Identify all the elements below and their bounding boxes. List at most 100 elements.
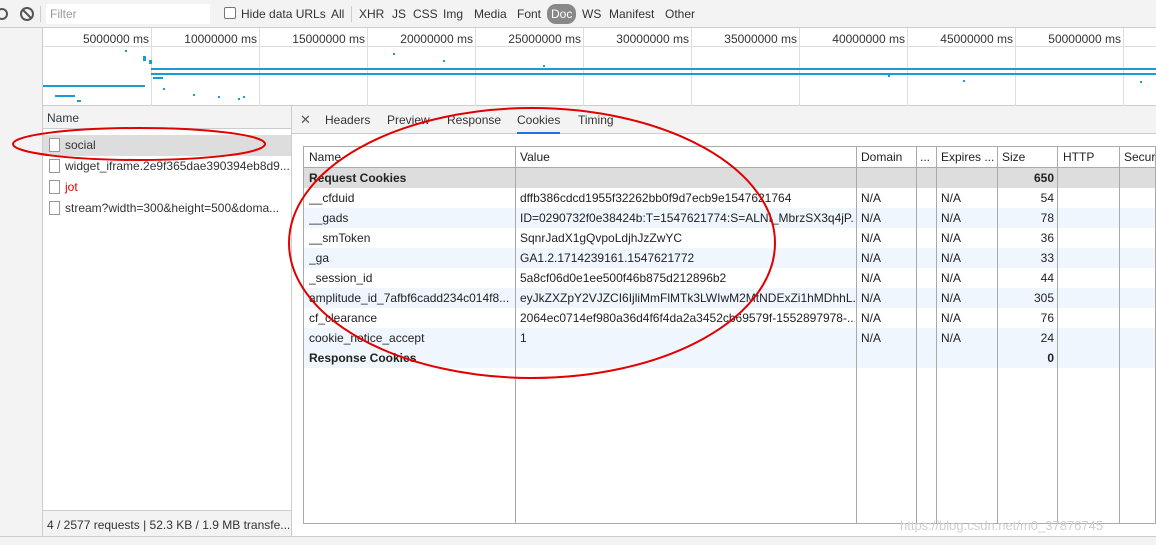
cookie-size: 76 [1040, 311, 1054, 325]
column-header-expires[interactable]: Expires ... [941, 150, 996, 164]
table-row[interactable]: __smToken SqnrJadX1gQvpoLdjhJzZwYC N/A N… [304, 228, 1155, 248]
table-row[interactable]: cookie_notice_accept 1 N/A N/A 24 [304, 328, 1155, 348]
column-header-size[interactable]: Size [1002, 150, 1054, 164]
cookie-expires: N/A [941, 291, 962, 305]
type-manifest[interactable]: Manifest [607, 4, 656, 24]
type-other[interactable]: Other [663, 4, 697, 24]
column-header-name[interactable]: Name [309, 150, 509, 164]
column-header-domain[interactable]: Domain [861, 150, 916, 164]
cookie-name: _session_id [309, 271, 373, 285]
cookie-size: 24 [1040, 331, 1054, 345]
table-row[interactable]: __gads ID=0290732f0e38424b:T=1547621774:… [304, 208, 1155, 228]
cookie-name: _ga [309, 251, 330, 265]
response-cookies-group[interactable]: Response Cookies 0 [304, 348, 1155, 368]
cookie-domain: N/A [861, 311, 882, 325]
type-media[interactable]: Media [472, 4, 509, 24]
column-divider[interactable] [997, 147, 998, 523]
tab-response[interactable]: Response [447, 113, 501, 127]
type-font[interactable]: Font [515, 4, 543, 24]
group-size: 650 [1033, 171, 1054, 185]
cookie-value: GA1.2.1714239161.1547621772 [520, 251, 695, 265]
filter-input[interactable] [46, 4, 210, 24]
tab-timing[interactable]: Timing [578, 113, 614, 127]
request-row[interactable]: social [43, 135, 291, 156]
request-name: jot [65, 180, 78, 194]
table-row[interactable]: amplitude_id_7afbf6cadd234c014f8... eyJk… [304, 288, 1155, 308]
column-header-path[interactable]: ... [920, 150, 936, 164]
table-row[interactable]: cf_clearance 2064ec0714ef980a36d4f6f4da2… [304, 308, 1155, 328]
request-name: social [65, 138, 96, 152]
type-all[interactable]: All [329, 4, 346, 24]
cookies-table: Name Value Domain ... Expires ... Size H… [303, 146, 1156, 524]
request-cookies-group[interactable]: Request Cookies 650 [304, 168, 1155, 188]
type-img[interactable]: Img [441, 4, 465, 24]
type-js[interactable]: JS [390, 4, 408, 24]
cookie-name: cf_clearance [309, 311, 378, 325]
cookie-name: cookie_notice_accept [309, 331, 425, 345]
column-divider[interactable] [1119, 147, 1120, 523]
table-row[interactable]: _ga GA1.2.1714239161.1547621772 N/A N/A … [304, 248, 1155, 268]
cookie-size: 305 [1033, 291, 1054, 305]
column-header-http[interactable]: HTTP [1063, 150, 1121, 164]
request-row[interactable]: stream?width=300&height=500&doma... [43, 198, 291, 219]
tab-preview[interactable]: Preview [387, 113, 430, 127]
cookie-value: 2064ec0714ef980a36d4f6f4da2a3452cb69579f… [520, 311, 855, 325]
type-xhr[interactable]: XHR [357, 4, 386, 24]
cookie-name: __cfduid [309, 191, 355, 205]
cookie-domain: N/A [861, 211, 882, 225]
cookie-expires: N/A [941, 331, 962, 345]
cookie-value: SqnrJadX1gQvpoLdjhJzZwYC [520, 231, 683, 245]
group-label: Request Cookies [309, 171, 407, 185]
cookie-expires: N/A [941, 191, 962, 205]
cookie-domain: N/A [861, 291, 882, 305]
column-divider[interactable] [515, 147, 516, 523]
requests-column-header[interactable]: Name [43, 106, 291, 129]
hide-data-urls-label: Hide data URLs [241, 7, 326, 21]
tab-headers[interactable]: Headers [325, 113, 370, 127]
cookie-expires: N/A [941, 271, 962, 285]
overview-timeline[interactable]: 5000000 ms 10000000 ms 15000000 ms 20000… [43, 28, 1156, 106]
hide-data-urls-checkbox[interactable] [224, 7, 236, 19]
request-row[interactable]: jot [43, 177, 291, 198]
type-ws[interactable]: WS [580, 4, 603, 24]
filter-toolbar: Hide data URLs All XHR JS CSS Img Media … [0, 0, 1156, 28]
column-divider[interactable] [856, 147, 857, 523]
overview-gutter [0, 28, 43, 106]
clear-icon[interactable] [19, 6, 35, 22]
cookie-value: ID=0290732f0e38424b:T=1547621774:S=ALNI_… [520, 211, 855, 225]
watermark: https://blog.csdn.net/m0_37876745 [900, 518, 1104, 533]
column-divider[interactable] [1057, 147, 1058, 523]
table-row[interactable]: __cfduid dffb386cdcd1955f32262bb0f9d7ecb… [304, 188, 1155, 208]
column-divider[interactable] [936, 147, 937, 523]
cookie-value: 5a8cf06d0e1ee500f46b875d212896b2 [520, 271, 727, 285]
document-icon [49, 201, 60, 215]
cookie-size: 44 [1040, 271, 1054, 285]
left-strip [0, 106, 43, 536]
cookie-expires: N/A [941, 311, 962, 325]
cookie-domain: N/A [861, 251, 882, 265]
group-label: Response Cookies [309, 351, 417, 365]
requests-panel: Name social widget_iframe.2e9f365dae3903… [43, 106, 292, 536]
request-row[interactable]: widget_iframe.2e9f365dae390394eb8d9... [43, 156, 291, 177]
cookie-size: 78 [1040, 211, 1054, 225]
cookie-domain: N/A [861, 191, 882, 205]
type-doc[interactable]: Doc [547, 4, 577, 24]
document-icon [49, 159, 60, 173]
status-bar [0, 536, 1156, 545]
cookie-expires: N/A [941, 211, 962, 225]
cookie-value: 1 [520, 331, 527, 345]
column-header-value[interactable]: Value [520, 150, 850, 164]
document-icon [49, 138, 60, 152]
table-row[interactable]: _session_id 5a8cf06d0e1ee500f46b875d2128… [304, 268, 1155, 288]
refresh-icon[interactable] [0, 6, 10, 22]
request-name: widget_iframe.2e9f365dae390394eb8d9... [65, 159, 290, 173]
cookie-value: eyJkZXZpY2VJZCI6IjliMmFlMTk3LWIwM2MtNDEx… [520, 291, 855, 305]
document-icon [49, 180, 60, 194]
column-divider[interactable] [916, 147, 917, 523]
tab-cookies[interactable]: Cookies [517, 113, 561, 134]
cookie-expires: N/A [941, 251, 962, 265]
type-css[interactable]: CSS [411, 4, 440, 24]
column-header-secure[interactable]: Secure [1124, 150, 1155, 164]
detail-tabbar: ✕ Headers Preview Response Cookies Timin… [292, 106, 1156, 134]
close-icon[interactable]: ✕ [300, 112, 311, 128]
